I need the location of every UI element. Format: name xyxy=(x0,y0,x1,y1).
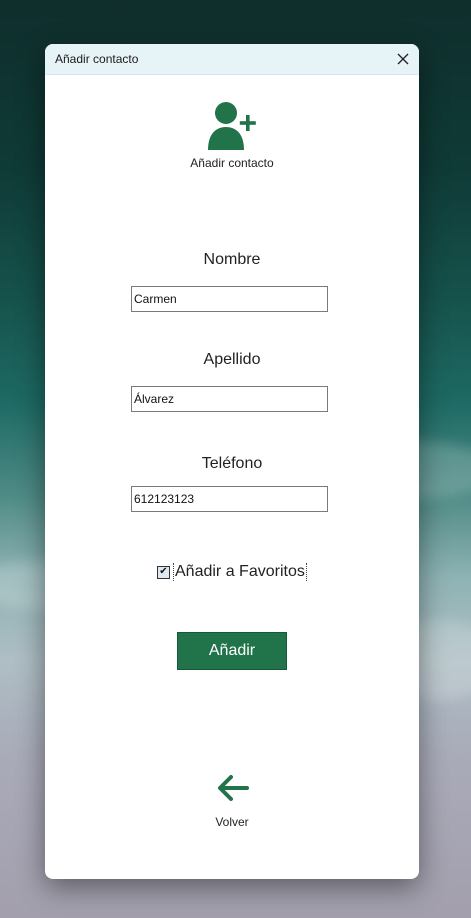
apellido-input[interactable] xyxy=(131,386,328,412)
back-label[interactable]: Volver xyxy=(45,815,419,829)
apellido-label: Apellido xyxy=(203,351,261,368)
favorites-label[interactable]: Añadir a Favoritos xyxy=(173,563,307,581)
add-user-icon xyxy=(208,102,256,150)
desktop-background: Añadir contacto Añadir contacto Nombre A… xyxy=(0,0,471,918)
window-title: Añadir contacto xyxy=(55,52,139,66)
nombre-label: Nombre xyxy=(203,251,261,268)
favorites-checkbox[interactable]: ✔ xyxy=(157,565,170,579)
add-button[interactable]: Añadir xyxy=(177,632,287,670)
arrow-left-icon[interactable] xyxy=(217,774,249,802)
close-icon xyxy=(397,53,409,65)
title-bar: Añadir contacto xyxy=(45,44,419,75)
telefono-label: Teléfono xyxy=(201,455,263,472)
telefono-input[interactable] xyxy=(131,486,328,512)
add-contact-window: Añadir contacto Añadir contacto Nombre A… xyxy=(45,44,419,879)
nombre-input[interactable] xyxy=(131,286,328,312)
header-label: Añadir contacto xyxy=(190,156,274,170)
close-button[interactable] xyxy=(387,44,419,74)
favorites-row: ✔ Añadir a Favoritos xyxy=(157,560,307,584)
